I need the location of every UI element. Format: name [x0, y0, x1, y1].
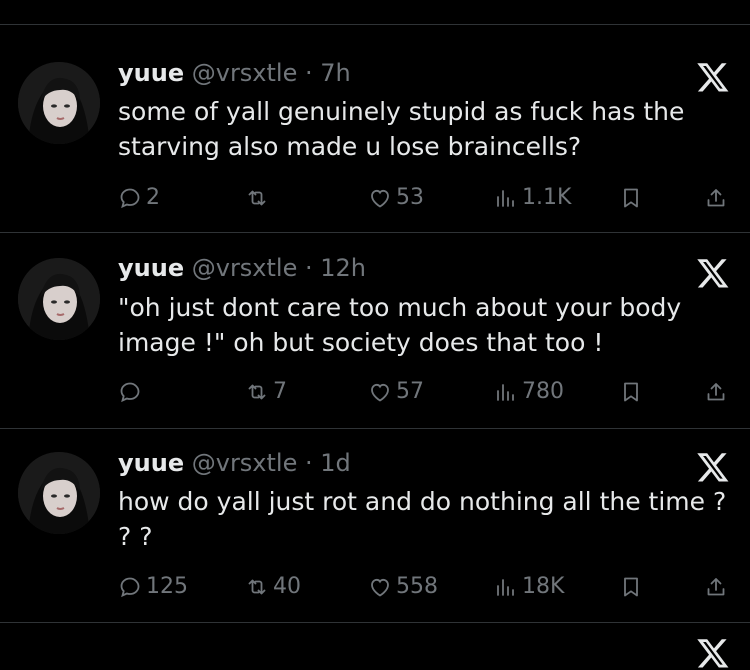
heart-icon: [371, 578, 389, 597]
separator: ·: [297, 59, 321, 87]
share-icon: [707, 383, 725, 401]
action-bar: 2 53 1.1K: [0, 183, 750, 213]
views-count: 18K: [522, 574, 565, 599]
handle[interactable]: @vrsxtle: [192, 254, 298, 282]
handle[interactable]: @vrsxtle: [192, 59, 298, 87]
bookmark-icon: [624, 577, 638, 597]
views-icon: [497, 384, 514, 401]
tweet-text-line: ? ?: [118, 522, 153, 551]
reply-icon: [120, 188, 140, 209]
display-name[interactable]: yuue: [118, 59, 184, 87]
share-button[interactable]: [704, 572, 728, 602]
x-logo-icon: [696, 256, 730, 290]
share-icon: [707, 189, 725, 207]
heart-icon: [371, 383, 389, 402]
handle[interactable]: @vrsxtle: [192, 449, 298, 477]
like-count: 57: [396, 379, 424, 404]
reply-icon: [120, 577, 140, 598]
action-bar: 125 40 558 18K: [0, 572, 750, 602]
tweet-text: "oh just dont care too much about your b…: [118, 290, 733, 360]
share-icon: [707, 578, 725, 596]
bookmark-icon: [624, 188, 638, 208]
avatar[interactable]: [18, 452, 100, 534]
tweet-text: some of yall genuinely stupid as fuck ha…: [118, 94, 733, 164]
tweet-divider: [0, 232, 750, 233]
views-icon: [497, 190, 514, 207]
views-button[interactable]: 780: [494, 377, 564, 407]
views-count: 1.1K: [522, 185, 572, 210]
retweet-button[interactable]: [245, 183, 273, 213]
x-logo-icon: [696, 60, 730, 94]
avatar[interactable]: [18, 62, 100, 144]
x-logo-icon: [696, 450, 730, 484]
retweet-icon: [248, 384, 266, 400]
retweet-button[interactable]: 40: [245, 572, 301, 602]
separator: ·: [297, 449, 321, 477]
retweet-count: 40: [273, 574, 301, 599]
tweet-divider: [0, 428, 750, 429]
bookmark-button[interactable]: [619, 377, 643, 407]
reply-button[interactable]: [118, 377, 146, 407]
views-icon: [497, 579, 514, 596]
like-button[interactable]: 53: [368, 183, 424, 213]
tweet-divider: [0, 622, 750, 623]
views-count: 780: [522, 379, 564, 404]
like-button[interactable]: 57: [368, 377, 424, 407]
reply-icon: [120, 382, 140, 403]
retweet-icon: [248, 190, 266, 206]
reply-count: 125: [146, 574, 188, 599]
share-button[interactable]: [704, 183, 728, 213]
x-logo-icon: [696, 636, 730, 670]
top-divider: [0, 24, 750, 25]
tweet-header: yuue @vrsxtle · 7h: [118, 58, 351, 88]
tweet-text-line: starving also made u lose braincells?: [118, 132, 582, 161]
share-button[interactable]: [704, 377, 728, 407]
bookmark-icon: [624, 382, 638, 402]
views-button[interactable]: 1.1K: [494, 183, 571, 213]
avatar[interactable]: [18, 258, 100, 340]
timestamp[interactable]: 12h: [320, 254, 366, 282]
action-bar: 7 57 780: [0, 377, 750, 407]
tweet-text-line: how do yall just rot and do nothing all …: [118, 487, 727, 516]
retweet-icon: [248, 579, 266, 595]
display-name[interactable]: yuue: [118, 254, 184, 282]
views-button[interactable]: 18K: [494, 572, 564, 602]
bookmark-button[interactable]: [619, 183, 643, 213]
tweet-text-line: "oh just dont care too much about your b…: [118, 293, 682, 322]
reply-button[interactable]: 125: [118, 572, 188, 602]
reply-count: 2: [146, 185, 160, 210]
like-count: 53: [396, 185, 424, 210]
tweet-text-line: image !" oh but society does that too !: [118, 328, 604, 357]
tweet-text: how do yall just rot and do nothing all …: [118, 484, 733, 554]
display-name[interactable]: yuue: [118, 449, 184, 477]
reply-button[interactable]: 2: [118, 183, 160, 213]
timestamp[interactable]: 7h: [320, 59, 350, 87]
heart-icon: [371, 189, 389, 208]
bookmark-button[interactable]: [619, 572, 643, 602]
tweet-text-line: some of yall genuinely stupid as fuck ha…: [118, 97, 685, 126]
tweet-header: yuue @vrsxtle · 1d: [118, 448, 351, 478]
retweet-count: 7: [273, 379, 287, 404]
like-button[interactable]: 558: [368, 572, 438, 602]
retweet-button[interactable]: 7: [245, 377, 287, 407]
tweet-header: yuue @vrsxtle · 12h: [118, 253, 366, 283]
like-count: 558: [396, 574, 438, 599]
timestamp[interactable]: 1d: [320, 449, 351, 477]
separator: ·: [297, 254, 321, 282]
